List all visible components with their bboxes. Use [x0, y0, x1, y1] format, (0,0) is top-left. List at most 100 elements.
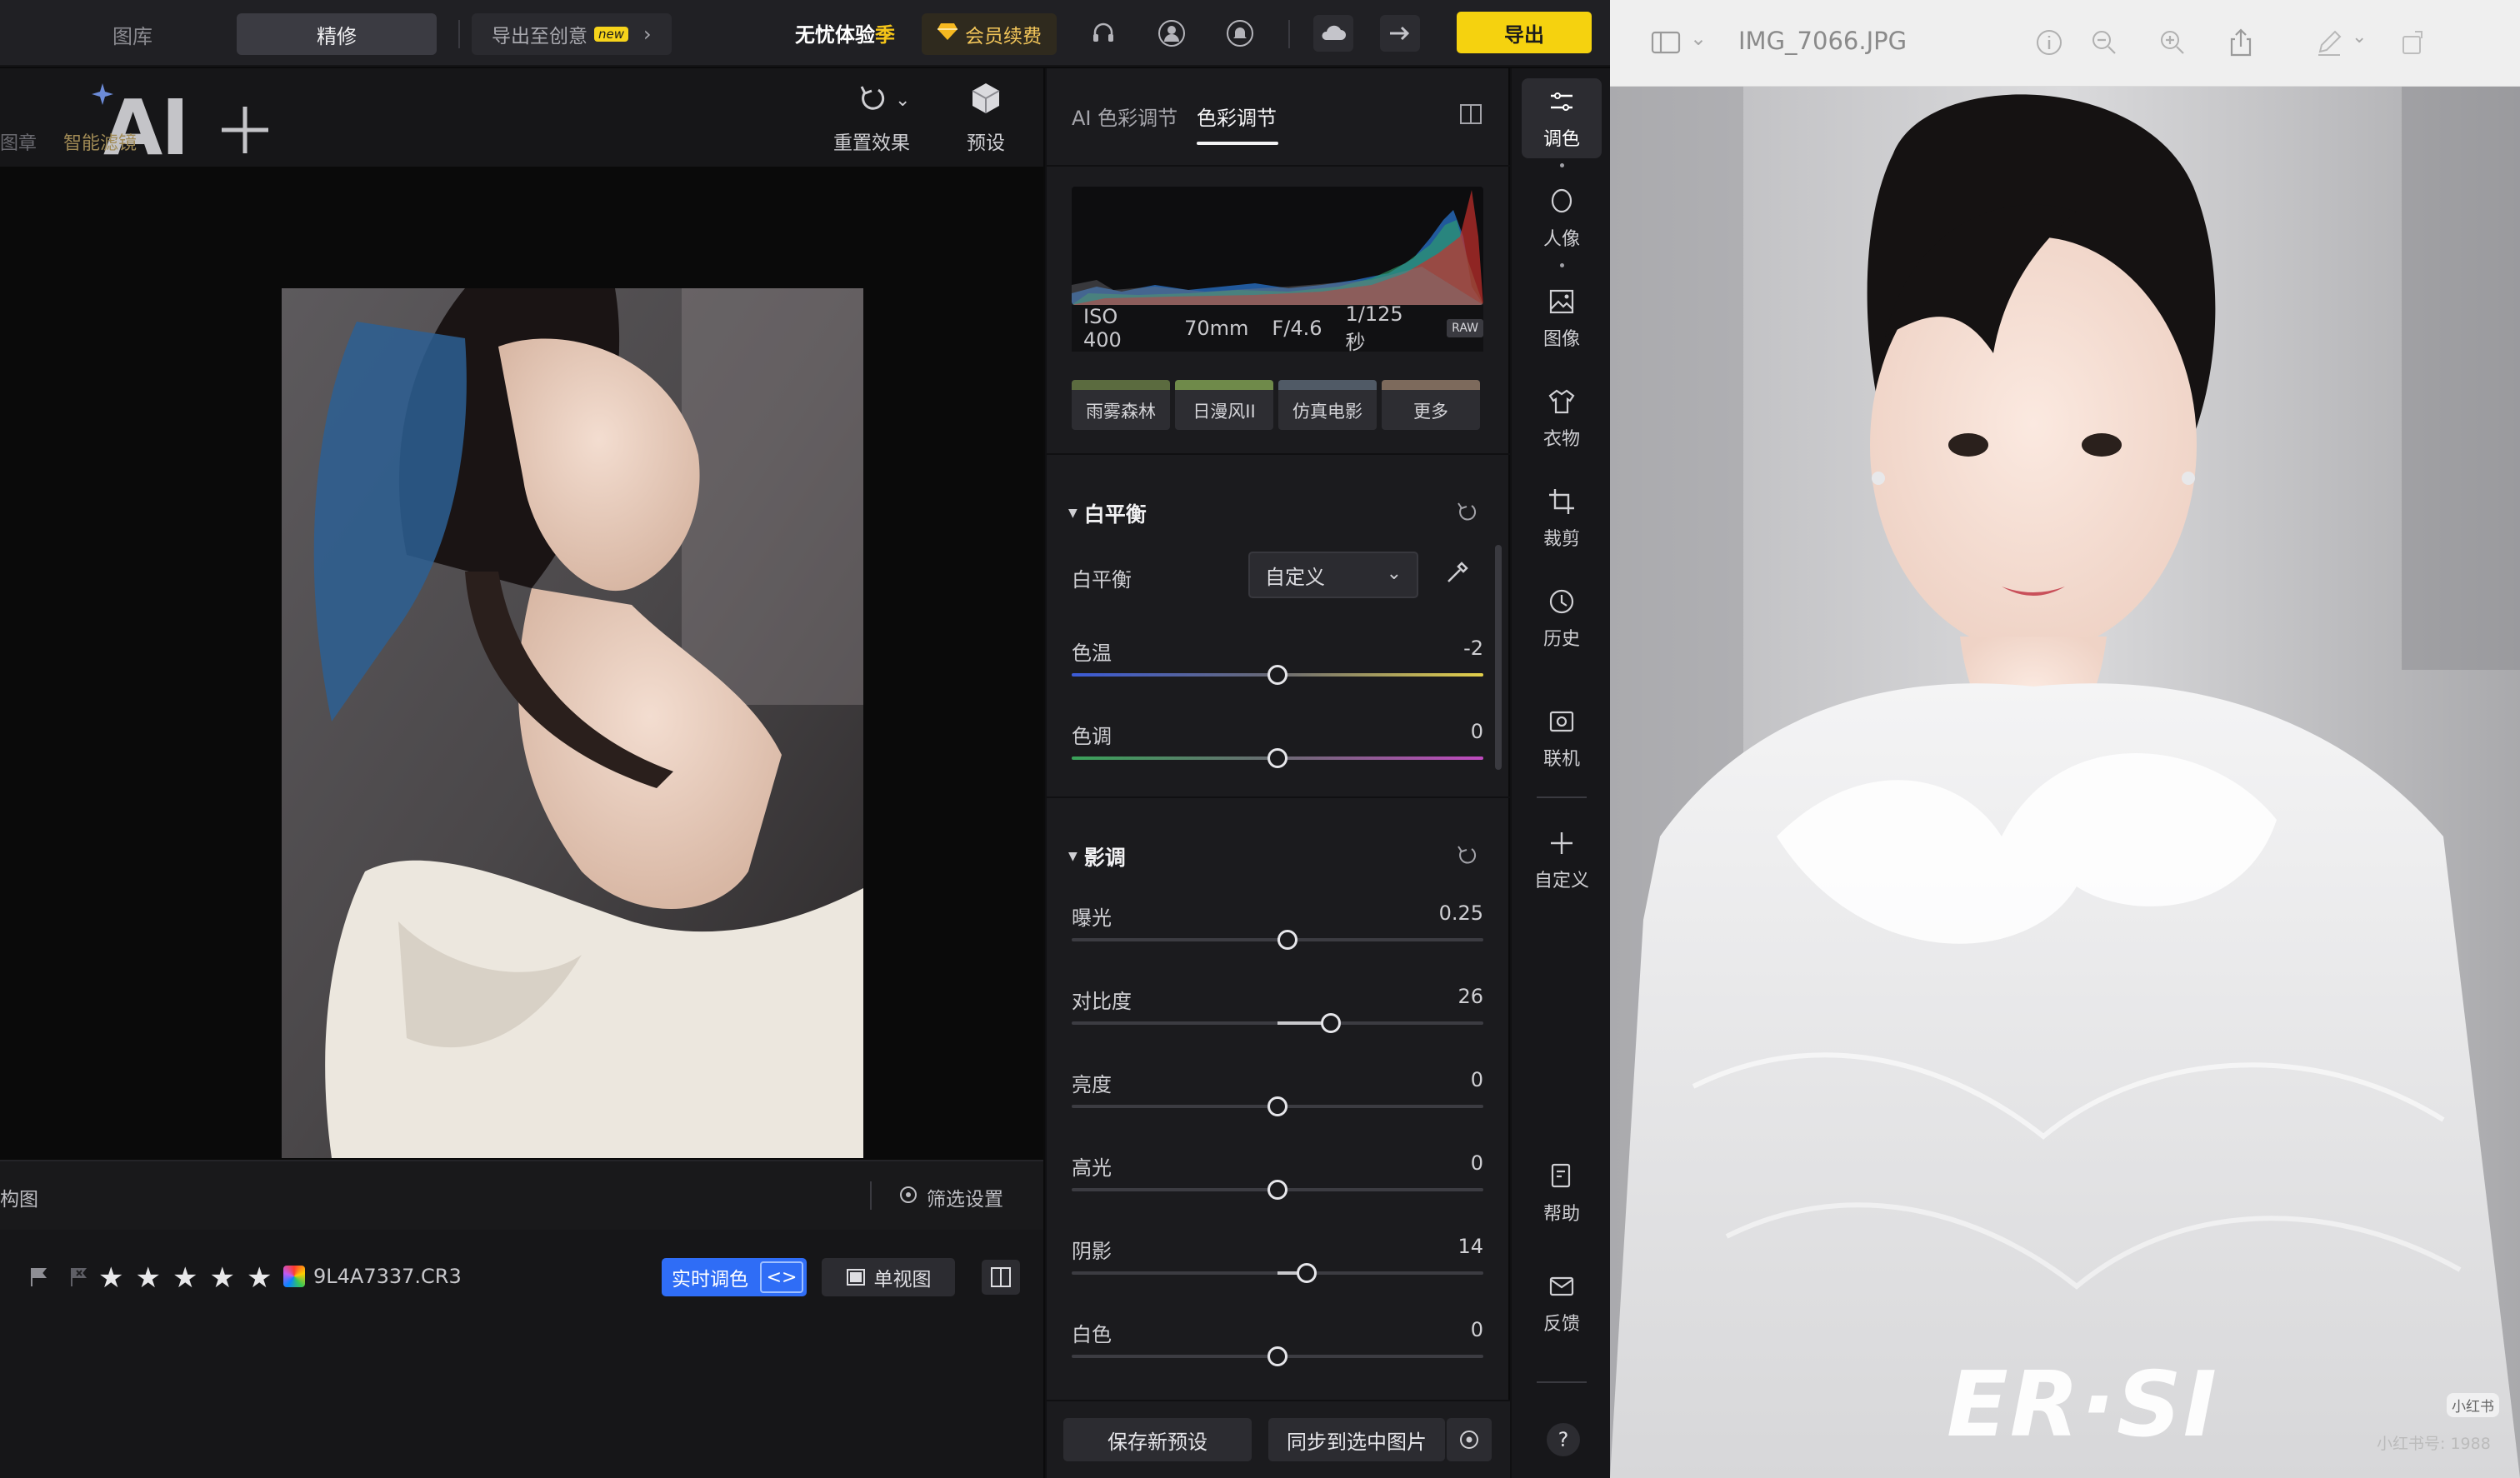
star-rating[interactable]: ★ ★ ★ ★ ★	[98, 1261, 272, 1295]
canvas-toolbar: AI 图章 智能滤镜 重置效果 ⌄ 预设	[0, 68, 1043, 172]
reject-flag-icon[interactable]	[67, 1265, 90, 1288]
color-label-icon[interactable]	[283, 1266, 305, 1287]
slider-knob[interactable]	[1268, 1180, 1288, 1200]
slider-value[interactable]: 0	[1471, 720, 1483, 743]
stamp-tool-label[interactable]: 图章	[0, 128, 37, 155]
feedback-icon	[1549, 1276, 1574, 1296]
slider-value[interactable]: 0.25	[1439, 901, 1483, 925]
slider-knob[interactable]	[1268, 665, 1288, 685]
sync-settings-button[interactable]	[1447, 1418, 1492, 1461]
member-renew-button[interactable]: 会员续费	[922, 13, 1057, 55]
slider-knob[interactable]	[1268, 1346, 1288, 1366]
smart-filter-label[interactable]: 智能滤镜	[63, 128, 137, 155]
share-out-button[interactable]	[1380, 15, 1420, 52]
compare-view-button[interactable]	[982, 1260, 1020, 1295]
tether-icon	[1549, 711, 1574, 732]
star-icon[interactable]: ★	[209, 1261, 234, 1295]
tab-edit[interactable]: 精修	[237, 13, 437, 55]
chevron-right-icon: ›	[643, 22, 652, 46]
eyedropper-icon[interactable]	[1443, 560, 1470, 587]
single-view-button[interactable]: 单视图	[822, 1258, 955, 1296]
section-divider	[1047, 453, 1510, 455]
star-icon[interactable]: ★	[135, 1261, 160, 1295]
code-toggle-icon[interactable]: <>	[760, 1261, 803, 1293]
tab-library[interactable]: 图库	[30, 13, 235, 55]
editor-window: 图库 精修 导出至创意 new › 无忧体验季 会员续费 导出 AI 图章 智能…	[0, 0, 1610, 1478]
sidebar-toggle-icon[interactable]	[1650, 27, 1682, 58]
export-to-creative-button[interactable]: 导出至创意 new ›	[472, 13, 672, 55]
tone-header[interactable]: ▼ 影调	[1068, 841, 1126, 871]
preset-more[interactable]: 更多	[1382, 380, 1480, 430]
star-icon[interactable]: ★	[172, 1261, 198, 1295]
markup-pen-icon[interactable]	[2313, 27, 2345, 58]
wb-mode-select[interactable]: 自定义 ⌄	[1248, 552, 1418, 598]
slider-value[interactable]: 0	[1471, 1151, 1483, 1175]
slider-knob[interactable]	[1268, 748, 1288, 768]
info-icon[interactable]	[2033, 27, 2065, 58]
rail-item-history[interactable]: 历史	[1522, 578, 1602, 658]
reset-icon[interactable]	[1453, 841, 1478, 866]
chevron-down-icon[interactable]: ⌄	[2352, 27, 2383, 58]
help-question-button[interactable]: ?	[1547, 1423, 1580, 1456]
flag-icon[interactable]	[27, 1265, 50, 1288]
filter-bar: 构图 筛选设置	[0, 1160, 1043, 1230]
panel-layout-icon[interactable]	[1458, 102, 1483, 130]
slider-knob[interactable]	[1321, 1013, 1342, 1033]
user-icon[interactable]	[1157, 18, 1187, 48]
adjustment-panel: AI 色彩调节 色彩调节 ISO 400 70mm F/4.6 1/125秒 R…	[1045, 68, 1510, 1478]
slider-knob[interactable]	[1296, 1263, 1317, 1283]
rail-item-custom[interactable]: 自定义	[1522, 820, 1602, 900]
rail-item-feedback[interactable]: 反馈	[1522, 1263, 1602, 1343]
chevron-down-icon[interactable]: ⌄	[1690, 27, 1722, 58]
slider-value[interactable]: 0	[1471, 1068, 1483, 1091]
rail-item-image[interactable]: 图像	[1522, 278, 1602, 358]
preset-button[interactable]: 预设	[967, 80, 1005, 155]
slider-label: 曝光	[1072, 906, 1112, 930]
save-preset-button[interactable]: 保存新预设	[1063, 1418, 1252, 1461]
single-view-icon	[846, 1269, 865, 1286]
edit-photo[interactable]	[282, 288, 863, 1158]
export-button[interactable]: 导出	[1457, 12, 1592, 53]
bell-icon[interactable]	[1225, 18, 1255, 48]
share-icon[interactable]	[2225, 27, 2257, 58]
rail-item-tether[interactable]: 联机	[1522, 698, 1602, 778]
ai-sparkle-icon	[218, 103, 272, 160]
star-icon[interactable]: ★	[247, 1261, 272, 1295]
composition-label: 构图	[0, 1189, 38, 1211]
xiaohongshu-badge: 小红书	[2447, 1393, 2499, 1417]
screen: 图库 精修 导出至创意 new › 无忧体验季 会员续费 导出 AI 图章 智能…	[0, 0, 2520, 1478]
preview-toolbar: ⌄ IMG_7066.JPG ⌄	[1610, 0, 2520, 87]
slider-knob[interactable]	[1278, 930, 1298, 950]
filter-settings-button[interactable]: 筛选设置	[898, 1183, 1003, 1211]
histogram	[1072, 187, 1483, 305]
zoom-out-icon[interactable]	[2088, 27, 2120, 58]
panel-scrollbar[interactable]	[1495, 545, 1502, 770]
slider-value[interactable]: 26	[1458, 985, 1483, 1008]
tab-color-adjust[interactable]: 色彩调节	[1197, 102, 1277, 131]
headset-icon[interactable]	[1088, 18, 1118, 48]
preset-item[interactable]: 雨雾森林	[1072, 380, 1170, 430]
slider-knob[interactable]	[1268, 1096, 1288, 1116]
slider-value[interactable]: -2	[1463, 637, 1483, 660]
cloud-button[interactable]	[1313, 15, 1353, 52]
rail-item-crop[interactable]: 裁剪	[1522, 478, 1602, 558]
slider-value[interactable]: 14	[1458, 1235, 1483, 1258]
slider-value[interactable]: 0	[1471, 1318, 1483, 1341]
preset-item[interactable]: 仿真电影	[1278, 380, 1377, 430]
zoom-in-icon[interactable]	[2157, 27, 2188, 58]
sync-selected-button[interactable]: 同步到选中图片	[1268, 1418, 1445, 1461]
tab-ai-color[interactable]: AI 色彩调节	[1072, 102, 1178, 131]
reset-icon[interactable]	[1453, 498, 1478, 523]
preset-item[interactable]: 日漫风II	[1175, 380, 1273, 430]
promo-banner[interactable]: 无忧体验季	[795, 18, 895, 47]
rotate-icon[interactable]	[2397, 27, 2428, 58]
realtime-grading-button[interactable]: 实时调色 <>	[662, 1258, 807, 1296]
star-icon[interactable]: ★	[98, 1261, 123, 1295]
reset-dropdown-icon[interactable]: ⌄	[895, 90, 910, 111]
rail-item-adjust[interactable]: 调色	[1522, 78, 1602, 158]
rail-item-portrait[interactable]: 人像	[1522, 178, 1602, 258]
rail-item-help[interactable]: 帮助	[1522, 1153, 1602, 1233]
slider-row: 高光 0	[1072, 1151, 1483, 1218]
white-balance-header[interactable]: ▼ 白平衡	[1068, 498, 1147, 528]
rail-item-clothes[interactable]: 衣物	[1522, 378, 1602, 458]
